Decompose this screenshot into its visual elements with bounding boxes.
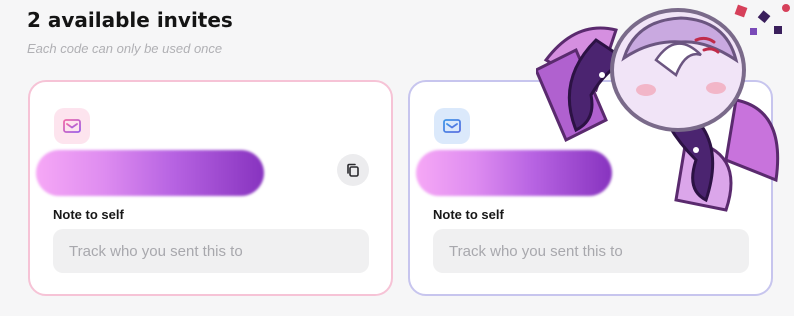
note-label: Note to self	[53, 207, 124, 222]
envelope-icon	[434, 108, 470, 144]
page-subtitle: Each code can only be used once	[27, 41, 223, 56]
note-label: Note to self	[433, 207, 504, 222]
copy-icon	[347, 163, 359, 177]
mascot-sticker	[536, 4, 790, 212]
redacted-invite-code	[36, 150, 264, 196]
page-title: 2 available invites	[27, 8, 233, 32]
note-input[interactable]	[53, 229, 369, 273]
invite-card: Note to self	[28, 80, 393, 296]
envelope-icon	[54, 108, 90, 144]
copy-button[interactable]	[337, 154, 369, 186]
note-input[interactable]	[433, 229, 749, 273]
